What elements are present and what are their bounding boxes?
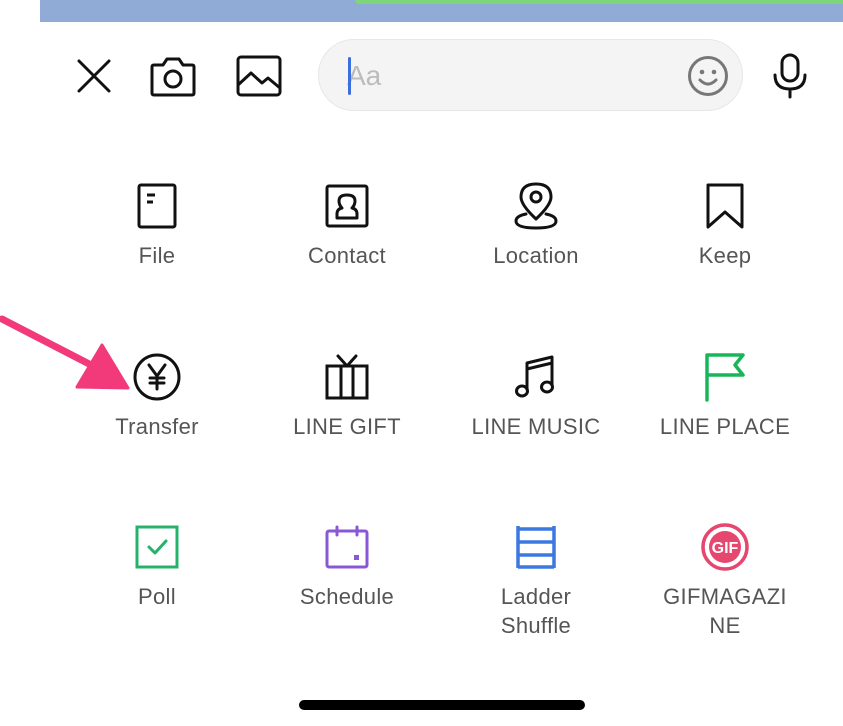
message-input[interactable] [347, 58, 667, 94]
flag-icon [705, 353, 745, 402]
microphone-icon [773, 53, 807, 99]
annotation-arrow [0, 315, 130, 390]
gallery-button[interactable] [235, 52, 283, 100]
close-button[interactable] [70, 52, 118, 100]
menu-item-keep[interactable]: Keep [630, 179, 820, 319]
calendar-icon [325, 525, 369, 569]
menu-item-label: GIFMAGAZI NE [663, 584, 787, 638]
menu-item-file[interactable]: File [62, 179, 252, 319]
gif-badge-text: GIF [712, 540, 739, 557]
menu-item-label: LINE GIFT [293, 414, 401, 439]
menu-item-label: Contact [308, 243, 386, 268]
menu-item-label: Keep [698, 243, 752, 268]
music-note-icon [515, 355, 554, 398]
location-pin-icon [514, 182, 558, 230]
menu-item-line-music[interactable]: LINE MUSIC [441, 350, 631, 490]
menu-item-ladder-shuffle[interactable]: Ladder Shuffle [441, 520, 631, 660]
menu-item-label: Schedule [299, 584, 395, 609]
menu-item-poll[interactable]: Poll [62, 520, 252, 660]
menu-item-location[interactable]: Location [441, 179, 631, 319]
menu-item-line-place[interactable]: LINE PLACE [630, 350, 820, 490]
menu-item-contact[interactable]: Contact [252, 179, 442, 319]
gif-badge-icon: GIF [701, 523, 749, 571]
image-icon [236, 55, 282, 97]
check-box-icon [135, 525, 179, 569]
home-indicator[interactable] [299, 700, 585, 710]
camera-button[interactable] [149, 52, 197, 100]
menu-item-label: Ladder Shuffle [500, 584, 572, 638]
menu-item-label: LINE PLACE [659, 414, 791, 439]
camera-icon [150, 57, 196, 97]
menu-item-label: Location [493, 243, 579, 268]
ladder-icon [516, 526, 556, 569]
file-icon [137, 183, 177, 229]
menu-item-gifmagazine[interactable]: GIF GIFMAGAZI NE [630, 520, 820, 660]
text-caret [348, 57, 351, 95]
close-icon [77, 59, 111, 93]
bookmark-icon [706, 183, 744, 229]
emoji-button[interactable] [686, 54, 730, 98]
menu-item-label: Poll [138, 584, 176, 609]
menu-item-label: File [138, 243, 176, 268]
gift-icon [325, 354, 369, 400]
menu-item-schedule[interactable]: Schedule [252, 520, 442, 660]
call-banner-indicator [355, 0, 843, 4]
top-banner [40, 0, 843, 22]
smiley-icon [688, 56, 728, 96]
menu-item-line-gift[interactable]: LINE GIFT [252, 350, 442, 490]
menu-item-label: Transfer [115, 414, 199, 439]
voice-button[interactable] [766, 52, 814, 100]
message-input-box[interactable] [318, 39, 743, 111]
contact-icon [325, 184, 369, 228]
menu-item-label: LINE MUSIC [471, 414, 601, 439]
